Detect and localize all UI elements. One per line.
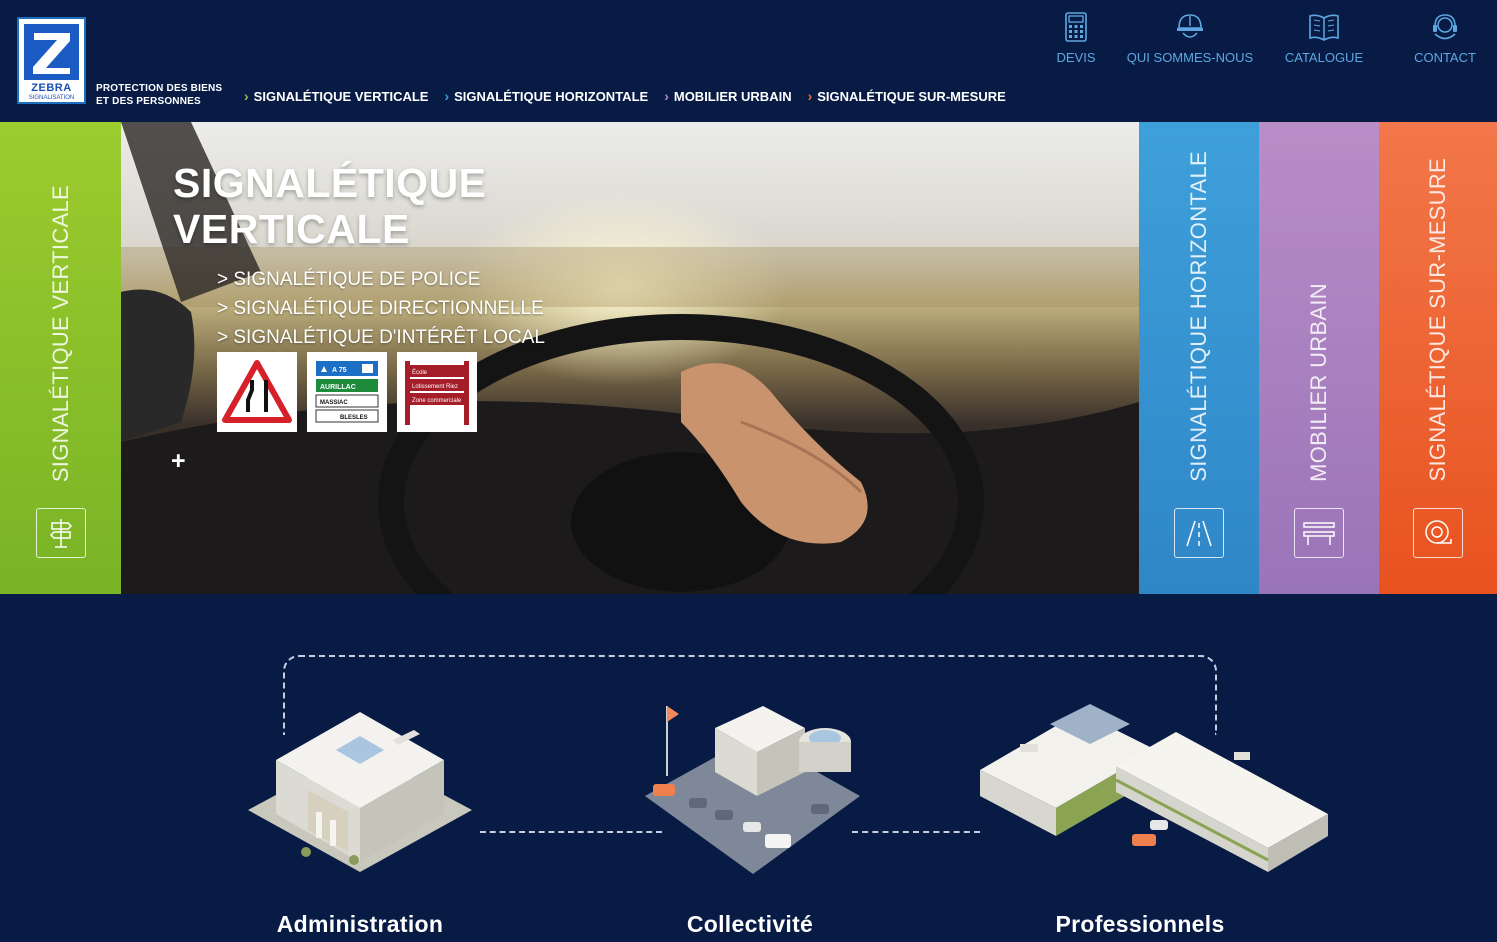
zebra-logo[interactable]: ZEBRA SIGNALISATION <box>17 17 86 104</box>
logo-brand: ZEBRA <box>31 82 72 94</box>
top-nav: DEVIS QUI SOMMES-NOUS CATALOGUE CONTACT <box>1027 12 1497 65</box>
nav-signaletique-verticale[interactable]: › SIGNALÉTIQUE VERTICALE <box>244 88 428 104</box>
top-nav-label: QUI SOMMES-NOUS <box>1126 50 1254 65</box>
link-signaletique-interet-local[interactable]: > SIGNALÉTIQUE D'INTÉRÊT LOCAL <box>217 323 545 352</box>
professionnels-building-illustration[interactable] <box>980 704 1328 884</box>
panel-label: SIGNALÉTIQUE VERTICALE <box>47 184 73 482</box>
sign-text: Lotissement Riez <box>412 384 458 390</box>
zebra-z-icon <box>24 24 79 80</box>
sign-text: École <box>412 369 428 376</box>
segment-collectivite[interactable]: Collectivité <box>620 911 880 938</box>
nav-mobilier-urbain[interactable]: › MOBILIER URBAIN <box>664 88 791 104</box>
sign-text: AURILLAC <box>320 384 356 391</box>
book-icon <box>1309 14 1339 41</box>
hero-title-line-1: SIGNALÉTIQUE <box>173 160 487 206</box>
nav-signaletique-horizontale[interactable]: › SIGNALÉTIQUE HORIZONTALE <box>444 88 648 104</box>
more-button[interactable]: + <box>171 447 186 476</box>
link-signaletique-de-police[interactable]: > SIGNALÉTIQUE DE POLICE <box>217 265 545 294</box>
hero-title: SIGNALÉTIQUE VERTICALE <box>173 160 487 252</box>
hero-title-line-2: VERTICALE <box>173 206 410 252</box>
segment-professionnels[interactable]: Professionnels <box>1010 911 1270 938</box>
top-nav-label: CATALOGUE <box>1284 50 1364 65</box>
administration-building-illustration[interactable] <box>248 702 472 884</box>
panel-signaletique-horizontale[interactable]: SIGNALÉTIQUE HORIZONTALE <box>1139 122 1259 594</box>
collectivite-building-illustration[interactable] <box>645 706 860 882</box>
panel-label: SIGNALÉTIQUE HORIZONTALE <box>1186 151 1211 482</box>
dashed-connector <box>852 831 980 833</box>
top-nav-label: CONTACT <box>1414 50 1476 65</box>
nav-label: MOBILIER URBAIN <box>673 88 792 104</box>
link-signaletique-directionnelle[interactable]: > SIGNALÉTIQUE DIRECTIONNELLE <box>217 294 545 323</box>
road-narrows-sign[interactable] <box>217 352 297 432</box>
headset-icon <box>1433 14 1457 40</box>
chevron-right-icon: › <box>244 88 249 104</box>
tagline: PROTECTION DES BIENS ET DES PERSONNES <box>96 82 222 108</box>
nav-label: SIGNALÉTIQUE HORIZONTALE <box>454 88 649 104</box>
top-nav-qui-sommes-nous[interactable]: QUI SOMMES-NOUS <box>1125 12 1255 65</box>
tagline-line-1: PROTECTION DES BIENS <box>96 83 223 94</box>
panel-signaletique-verticale[interactable]: SIGNALÉTIQUE VERTICALE <box>0 122 121 594</box>
sign-text: BLESLES <box>340 415 368 421</box>
chevron-right-icon: › <box>664 88 669 104</box>
directional-sign[interactable]: A 75 AURILLAC MASSIAC BLESLES <box>307 352 387 432</box>
site-header: ZEBRA SIGNALISATION PROTECTION DES BIENS… <box>0 0 1497 122</box>
tape-measure-icon <box>1413 508 1463 558</box>
hard-hat-icon <box>1177 14 1203 38</box>
nav-signaletique-sur-mesure[interactable]: › SIGNALÉTIQUE SUR-MESURE <box>808 88 1006 104</box>
local-interest-sign[interactable]: École Lotissement Riez Zone commerciale <box>397 352 477 432</box>
tagline-line-2: ET DES PERSONNES <box>96 96 201 107</box>
segments-section: Administration Collectivité Professionne… <box>0 594 1497 942</box>
logo-subtitle: SIGNALISATION <box>28 95 75 101</box>
top-nav-devis[interactable]: DEVIS <box>1027 12 1125 65</box>
sign-text: MASSIAC <box>320 400 348 406</box>
nav-label: SIGNALÉTIQUE SUR-MESURE <box>817 88 1006 104</box>
road-marking-icon <box>1174 508 1224 558</box>
nav-label: SIGNALÉTIQUE VERTICALE <box>253 88 429 104</box>
signpost-icon <box>35 508 86 558</box>
sign-text: A 75 <box>332 367 347 374</box>
panel-mobilier-urbain[interactable]: MOBILIER URBAIN <box>1259 122 1379 594</box>
top-nav-label: DEVIS <box>1056 50 1096 65</box>
segment-administration[interactable]: Administration <box>230 911 490 938</box>
hero-sublinks: > SIGNALÉTIQUE DE POLICE > SIGNALÉTIQUE … <box>217 265 545 352</box>
hero-slider: SIGNALÉTIQUE VERTICALE SIGNALÉTIQUE HORI… <box>0 122 1497 594</box>
panel-label: MOBILIER URBAIN <box>1306 283 1331 482</box>
dashed-connector <box>480 831 662 833</box>
chevron-right-icon: › <box>444 88 450 104</box>
top-nav-contact[interactable]: CONTACT <box>1393 12 1497 65</box>
panel-signaletique-sur-mesure[interactable]: SIGNALÉTIQUE SUR-MESURE <box>1379 122 1497 594</box>
panel-label: SIGNALÉTIQUE SUR-MESURE <box>1425 158 1450 482</box>
chevron-right-icon: › <box>807 88 813 104</box>
main-nav: › SIGNALÉTIQUE VERTICALE › SIGNALÉTIQUE … <box>244 88 1006 104</box>
sign-text: Zone commerciale <box>412 398 462 404</box>
sign-thumbnails: A 75 AURILLAC MASSIAC BLESLES École Loti… <box>217 352 477 432</box>
calculator-icon <box>1065 12 1087 42</box>
bench-icon <box>1294 508 1344 558</box>
top-nav-catalogue[interactable]: CATALOGUE <box>1255 12 1393 65</box>
